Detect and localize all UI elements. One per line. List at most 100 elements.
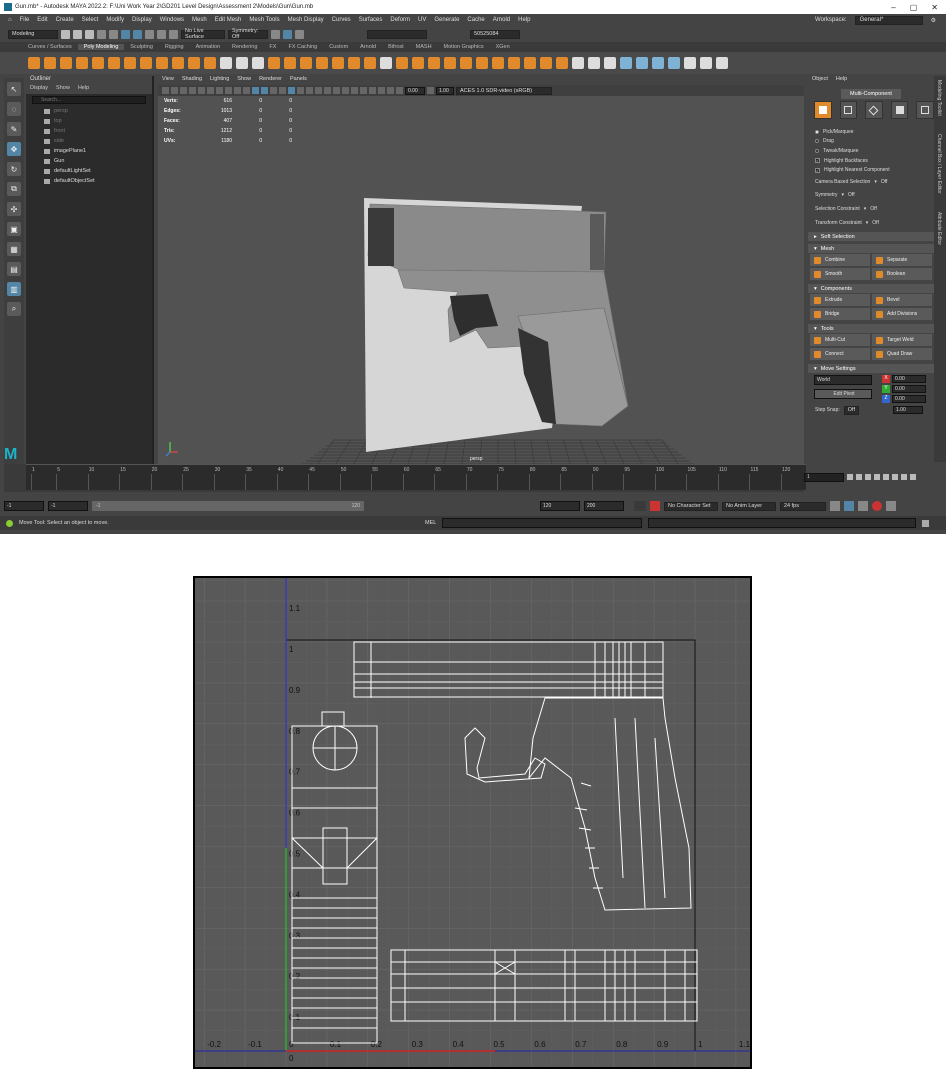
- section-tools[interactable]: ▾ Tools: [808, 324, 934, 334]
- viewport-menu-renderer[interactable]: Renderer: [259, 76, 282, 85]
- new-scene-icon[interactable]: [61, 29, 70, 39]
- depth-of-field-icon[interactable]: [351, 87, 358, 94]
- outliner-menu-display[interactable]: Display: [30, 85, 48, 94]
- chevron-down-icon[interactable]: ▾: [842, 192, 845, 198]
- loop-icon[interactable]: [830, 501, 840, 511]
- image-plane-icon[interactable]: [189, 87, 196, 94]
- anim-layer-dropdown[interactable]: No Anim Layer: [722, 501, 776, 511]
- collapse-icon[interactable]: [508, 57, 520, 69]
- smooth-shade-icon[interactable]: [261, 87, 268, 94]
- menu-display[interactable]: Display: [128, 17, 156, 23]
- shelf-tab-curves-surfaces[interactable]: Curves / Surfaces: [22, 44, 78, 50]
- uv-automatic-icon[interactable]: [636, 57, 648, 69]
- torus-icon[interactable]: [92, 57, 104, 69]
- select-hierarchy-icon[interactable]: [121, 29, 130, 39]
- checkbox-highlight-nearest-component[interactable]: ✓ Highlight Nearest Component: [808, 165, 934, 175]
- sweep-mesh-icon[interactable]: [172, 57, 184, 69]
- quad-draw-button[interactable]: Quad Draw: [872, 348, 932, 361]
- setting-value[interactable]: Off: [848, 192, 855, 198]
- add-divisions-button[interactable]: Add Divisions: [872, 308, 932, 321]
- script-editor-icon[interactable]: [922, 519, 930, 527]
- disc-icon[interactable]: [124, 57, 136, 69]
- menu-edit-mesh[interactable]: Edit Mesh: [211, 17, 246, 23]
- anim-end-field[interactable]: 120: [540, 501, 580, 511]
- sound-icon[interactable]: [858, 501, 868, 511]
- setting-value[interactable]: Off: [870, 206, 877, 212]
- menu-surfaces[interactable]: Surfaces: [355, 17, 387, 23]
- checkmark-icon[interactable]: ✓: [815, 158, 820, 164]
- cone-icon[interactable]: [76, 57, 88, 69]
- maximize-icon[interactable]: ▢: [910, 3, 918, 12]
- menu-edit[interactable]: Edit: [33, 17, 51, 23]
- menu-mesh[interactable]: Mesh: [188, 17, 211, 23]
- go-to-end-icon[interactable]: [910, 474, 916, 480]
- outliner-item-imageplane1[interactable]: imagePlane1: [26, 146, 152, 156]
- quad-draw-icon[interactable]: [604, 57, 616, 69]
- scale-tool-icon[interactable]: ⧉: [7, 182, 21, 196]
- film-gate-icon[interactable]: [207, 87, 214, 94]
- step-snap-amount[interactable]: 1.00: [893, 406, 923, 415]
- current-frame-field[interactable]: 1: [804, 472, 844, 482]
- shadows-icon[interactable]: [315, 87, 322, 94]
- anti-aliasing-icon[interactable]: [342, 87, 349, 94]
- play-forwards-icon[interactable]: [883, 474, 889, 480]
- shelf-tab-rendering[interactable]: Rendering: [226, 44, 263, 50]
- sphere-icon[interactable]: [28, 57, 40, 69]
- y-axis-field[interactable]: 0.00: [892, 385, 926, 394]
- outliner-item-persp[interactable]: persp: [26, 106, 152, 116]
- outliner-item-side[interactable]: side: [26, 136, 152, 146]
- bevel-icon[interactable]: [428, 57, 440, 69]
- extrude-button[interactable]: Extrude: [810, 294, 870, 307]
- side-tab-modeling-toolkit[interactable]: Modeling Toolkit: [936, 80, 942, 116]
- toolkit-menu-help[interactable]: Help: [836, 76, 847, 85]
- scene-end-field[interactable]: 200: [584, 501, 624, 511]
- fps-dropdown[interactable]: 24 fps: [780, 501, 826, 511]
- bridge-button[interactable]: Bridge: [810, 308, 870, 321]
- selection-mode-pick-marquee[interactable]: Pick/Marquee: [808, 127, 934, 137]
- undo-icon[interactable]: [97, 29, 106, 39]
- live-surface-field[interactable]: No Live Surface: [181, 28, 225, 40]
- paint-select-icon[interactable]: ✎: [7, 122, 21, 136]
- input-field[interactable]: [367, 29, 427, 39]
- mode-dropdown[interactable]: Modeling: [8, 29, 58, 39]
- color-space-dropdown[interactable]: ACES 1.0 SDR-video (sRGB): [456, 86, 552, 95]
- home-icon[interactable]: ⌂: [4, 17, 16, 23]
- minimize-icon[interactable]: –: [891, 3, 895, 12]
- snap-point-icon[interactable]: [169, 29, 178, 39]
- viewport-menu-lighting[interactable]: Lighting: [210, 76, 229, 85]
- append-polygon-icon[interactable]: [460, 57, 472, 69]
- shelf-tab-xgen[interactable]: XGen: [490, 44, 516, 50]
- rotate-tool-icon[interactable]: ↻: [7, 162, 21, 176]
- wireframe-on-shaded-icon[interactable]: [288, 87, 295, 94]
- shelf-tab-fx[interactable]: FX: [263, 44, 282, 50]
- combine-icon[interactable]: [268, 57, 280, 69]
- text-icon[interactable]: [188, 57, 200, 69]
- safe-action-icon[interactable]: [243, 87, 250, 94]
- side-tab-channel-box-layer-editor[interactable]: Channel Box / Layer Editor: [936, 134, 942, 194]
- svg-icon[interactable]: [204, 57, 216, 69]
- snap-curve-icon[interactable]: [157, 29, 166, 39]
- side-tab-attribute-editor[interactable]: Attribute Editor: [936, 212, 942, 245]
- connect-button[interactable]: Connect: [810, 348, 870, 361]
- uv-spherical-icon[interactable]: [668, 57, 680, 69]
- vertex-mode-icon[interactable]: [839, 101, 858, 119]
- bridge-icon[interactable]: [412, 57, 424, 69]
- toolkit-menu-object[interactable]: Object: [812, 76, 828, 85]
- character-set-dropdown[interactable]: No Character Set: [664, 501, 718, 511]
- bounding-box-icon[interactable]: [279, 87, 286, 94]
- xray-components-icon[interactable]: [387, 87, 394, 94]
- plane-icon[interactable]: [108, 57, 120, 69]
- bookmark-icon[interactable]: [180, 87, 187, 94]
- exposure-icon[interactable]: [396, 87, 403, 94]
- outliner-item-gun[interactable]: Gun: [26, 156, 152, 166]
- play-backwards-icon[interactable]: [874, 474, 880, 480]
- shelf-tab-sculpting[interactable]: Sculpting: [124, 44, 159, 50]
- fill-hole-icon[interactable]: [444, 57, 456, 69]
- face-mode-icon[interactable]: [890, 101, 909, 119]
- menu-generate[interactable]: Generate: [430, 17, 463, 23]
- step-snap-dropdown[interactable]: Off: [843, 405, 859, 415]
- command-line-input[interactable]: [442, 518, 643, 528]
- anim-start-field[interactable]: -1: [48, 501, 88, 511]
- cache-playback-icon[interactable]: [844, 501, 854, 511]
- move-tool-icon[interactable]: ✥: [7, 142, 21, 156]
